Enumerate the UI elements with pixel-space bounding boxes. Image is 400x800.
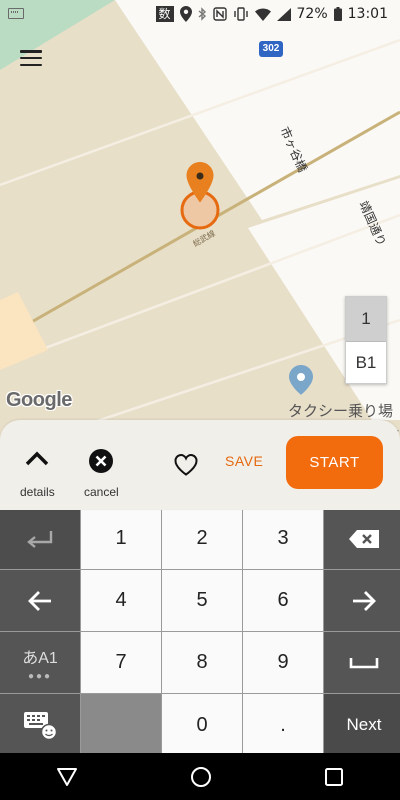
floor-picker: 1 B1	[345, 296, 387, 384]
poi-label: タクシー乗り場	[288, 402, 394, 420]
more-dots-icon: ●●●	[27, 670, 53, 682]
backspace-icon	[349, 529, 379, 548]
arrow-left-icon	[28, 590, 51, 611]
chevron-up-icon	[26, 451, 49, 466]
clock: 13:01	[347, 6, 388, 22]
input-mode-key[interactable]: あA1 ●●●	[0, 632, 80, 693]
recents-icon[interactable]	[324, 767, 344, 787]
location-icon	[179, 6, 192, 22]
ime-indicator: 数	[155, 6, 174, 22]
key-3[interactable]: 3	[243, 508, 323, 569]
signal-icon	[276, 7, 291, 21]
start-button[interactable]: START	[286, 436, 383, 489]
key-8[interactable]: 8	[162, 632, 242, 693]
arrow-right-icon	[353, 590, 376, 611]
back-icon[interactable]	[56, 767, 78, 787]
key-2[interactable]: 2	[162, 508, 242, 569]
wifi-icon	[254, 8, 271, 21]
emoji-keyboard-key[interactable]	[0, 694, 80, 756]
key-5[interactable]: 5	[162, 570, 242, 631]
details-label: details	[20, 485, 55, 499]
input-mode-label: あA1	[22, 649, 58, 667]
details-button[interactable]: details	[20, 448, 55, 499]
space-key[interactable]	[324, 632, 400, 693]
undo-icon	[27, 530, 53, 548]
numeric-keyboard: 1 2 3 4 5 6 あA1 ●●● 7 8 9 0 . Next	[0, 508, 400, 756]
keyboard-emoji-icon	[24, 712, 57, 740]
next-key[interactable]: Next	[324, 694, 400, 756]
cursor-left-key[interactable]	[0, 570, 80, 631]
key-0[interactable]: 0	[162, 694, 242, 756]
navigation-bar	[0, 753, 400, 800]
battery-percent: 72%	[296, 6, 328, 22]
favorite-button[interactable]	[173, 453, 199, 477]
keyboard-icon	[8, 8, 24, 19]
map-canvas	[0, 0, 400, 440]
save-button[interactable]: SAVE	[225, 453, 263, 469]
backspace-key[interactable]	[324, 508, 400, 569]
nfc-icon	[212, 7, 227, 21]
station-area	[0, 292, 48, 370]
vibrate-icon	[233, 7, 249, 21]
key-1[interactable]: 1	[81, 508, 161, 569]
key-period[interactable]: .	[243, 694, 323, 756]
heart-icon	[174, 454, 198, 476]
cancel-label: cancel	[84, 485, 119, 499]
menu-icon[interactable]	[20, 50, 42, 66]
battery-icon	[333, 7, 342, 21]
cancel-button[interactable]: cancel	[84, 448, 119, 499]
route-shield: 302	[259, 41, 283, 57]
blank-key	[81, 694, 161, 756]
bluetooth-icon	[198, 7, 207, 21]
cursor-right-key[interactable]	[324, 570, 400, 631]
home-icon[interactable]	[190, 766, 212, 788]
floor-button-1[interactable]: 1	[346, 297, 386, 342]
space-icon	[349, 657, 379, 668]
undo-key[interactable]	[0, 508, 80, 569]
status-bar: 数 72% 13:01	[0, 0, 400, 28]
key-9[interactable]: 9	[243, 632, 323, 693]
action-panel: details cancel SAVE START	[0, 420, 400, 510]
google-logo: Google	[6, 389, 72, 411]
building-block	[115, 0, 400, 220]
key-4[interactable]: 4	[81, 570, 161, 631]
key-7[interactable]: 7	[81, 632, 161, 693]
floor-button-b1[interactable]: B1	[346, 342, 386, 384]
map-view[interactable]: 302 市ヶ谷橋 靖国通り 総武線 タクシー乗り場 レ Google 1 B1	[0, 0, 400, 440]
close-circle-icon	[89, 449, 114, 473]
key-6[interactable]: 6	[243, 570, 323, 631]
